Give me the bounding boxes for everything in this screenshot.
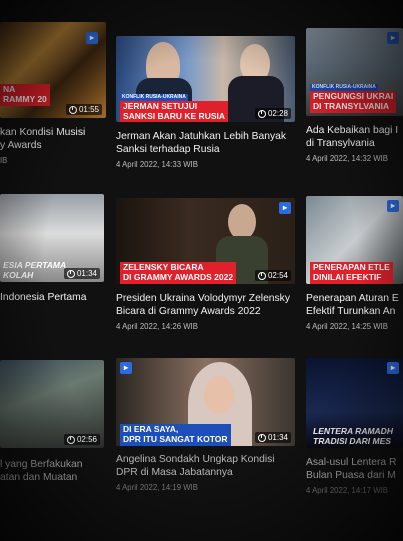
clock-icon	[257, 433, 266, 442]
headline-chip: PENERAPAN ETLE DINILAI EFEKTIF	[310, 262, 393, 284]
video-title[interactable]: kan Kondisi Musisi y Awards	[0, 126, 106, 153]
video-title[interactable]: Presiden Ukraina Volodymyr Zelensky Bica…	[116, 292, 295, 319]
duration-badge: 02:54	[254, 270, 291, 281]
clock-icon	[257, 109, 266, 118]
video-card[interactable]: 02:56 l yang Berfakukan atan dan Muatan	[0, 360, 104, 490]
video-card[interactable]: LENTERA RAMADH TRADISI DARI MES ▸ Asal-u…	[306, 358, 403, 508]
channel-logo-icon: ▸	[86, 32, 98, 44]
duration-badge: 01:34	[63, 268, 100, 279]
video-date: IB	[0, 156, 8, 165]
duration-badge: 02:56	[63, 434, 100, 445]
headline-chip: ESIA PERTAMA KOLAH	[3, 260, 67, 280]
clock-icon	[68, 105, 77, 114]
video-card[interactable]: DI ERA SAYA, DPR ITU SANGAT KOTOR 01:34 …	[116, 358, 295, 498]
person-figure	[228, 204, 256, 240]
video-thumbnail[interactable]: NA RAMMY 20 01:55 ▸	[0, 22, 106, 118]
video-thumbnail[interactable]: LENTERA RAMADH TRADISI DARI MES ▸	[306, 358, 403, 448]
video-grid: NA RAMMY 20 01:55 ▸ kan Kondisi Musisi y…	[0, 0, 403, 541]
channel-logo-icon: ▸	[387, 200, 399, 212]
channel-logo-icon: ▸	[387, 362, 399, 374]
video-title[interactable]: Asal-usul Lentera R Bulan Puasa dari M	[306, 456, 403, 483]
video-date: 4 April 2022, 14:33 WIB	[116, 160, 198, 169]
clock-icon	[257, 271, 266, 280]
headline-chip: DI ERA SAYA, DPR ITU SANGAT KOTOR	[120, 424, 231, 446]
duration-badge: 02:28	[254, 108, 291, 119]
clock-icon	[66, 435, 75, 444]
video-date: 4 April 2022, 14:25 WIB	[306, 322, 388, 331]
headline-chip: LENTERA RAMADH TRADISI DARI MES	[313, 426, 393, 446]
duration-badge: 01:55	[65, 104, 102, 115]
video-thumbnail[interactable]: 02:56	[0, 360, 104, 448]
clock-icon	[66, 269, 75, 278]
channel-logo-icon: ▸	[387, 32, 399, 44]
video-thumbnail[interactable]: PENERAPAN ETLE DINILAI EFEKTIF ▸	[306, 196, 403, 284]
video-title[interactable]: Penerapan Aturan E Efektif Turunkan An	[306, 292, 403, 319]
video-card[interactable]: PENERAPAN ETLE DINILAI EFEKTIF ▸ Penerap…	[306, 196, 403, 342]
video-thumbnail[interactable]: ZELENSKY BICARA DI GRAMMY AWARDS 2022 02…	[116, 198, 295, 284]
video-card[interactable]: KONFLIK RUSIA-UKRAINA JERMAN SETUJUI SAN…	[116, 36, 295, 176]
video-date: 4 April 2022, 14:26 WIB	[116, 322, 198, 331]
video-card[interactable]: ZELENSKY BICARA DI GRAMMY AWARDS 2022 02…	[116, 198, 295, 338]
duration-badge: 01:34	[254, 432, 291, 443]
video-date: 4 April 2022, 14:19 WIB	[116, 483, 198, 492]
video-title[interactable]: Angelina Sondakh Ungkap Kondisi DPR di M…	[116, 453, 295, 480]
video-card[interactable]: NA RAMMY 20 01:55 ▸ kan Kondisi Musisi y…	[0, 22, 106, 172]
video-thumbnail[interactable]: ESIA PERTAMA KOLAH 01:34	[0, 194, 104, 282]
headline-chip: PENGUNGSI UKRAI DI TRANSYLVANIA	[310, 91, 397, 113]
video-thumbnail[interactable]: DI ERA SAYA, DPR ITU SANGAT KOTOR 01:34 …	[116, 358, 295, 446]
channel-logo-icon: ▸	[279, 202, 291, 214]
video-thumbnail[interactable]: KONFLIK RUSIA-UKRAINA JERMAN SETUJUI SAN…	[116, 36, 295, 122]
headline-chip: NA RAMMY 20	[0, 84, 50, 106]
video-date: 4 April 2022, 14:17 WIB	[306, 486, 388, 495]
channel-logo-icon: ▸	[120, 362, 132, 374]
headline-chip: ZELENSKY BICARA DI GRAMMY AWARDS 2022	[120, 262, 237, 284]
video-card[interactable]: KONFLIK RUSIA-UKRAINA PENGUNGSI UKRAI DI…	[306, 28, 403, 178]
video-title[interactable]: l yang Berfakukan atan dan Muatan	[0, 458, 104, 485]
video-thumbnail[interactable]: KONFLIK RUSIA-UKRAINA PENGUNGSI UKRAI DI…	[306, 28, 403, 116]
video-card[interactable]: ESIA PERTAMA KOLAH 01:34 Indonesia Perta…	[0, 194, 104, 314]
video-title[interactable]: Indonesia Pertama	[0, 291, 104, 304]
video-title[interactable]: Jerman Akan Jatuhkan Lebih Banyak Sanksi…	[116, 130, 295, 157]
headline-chip: JERMAN SETUJUI SANKSI BARU KE RUSIA	[120, 101, 229, 122]
video-date: 4 April 2022, 14:32 WIB	[306, 154, 388, 163]
video-title[interactable]: Ada Kebaikan bagi I di Transylvania	[306, 124, 403, 151]
person-face	[204, 376, 234, 414]
